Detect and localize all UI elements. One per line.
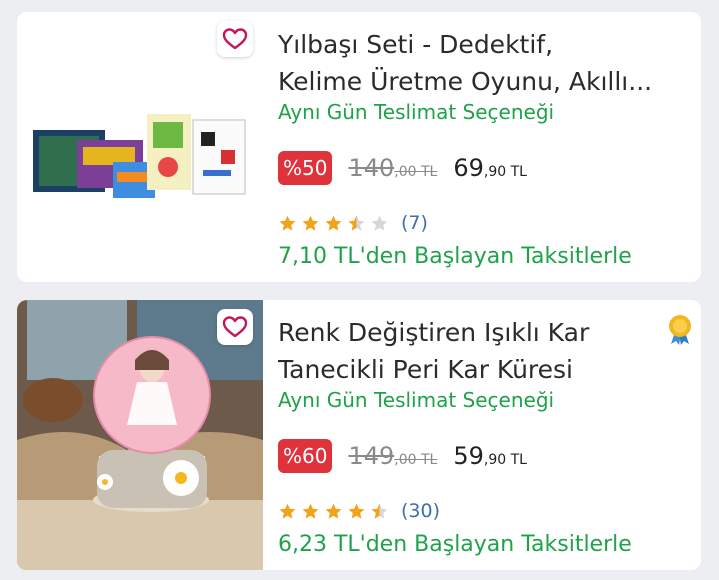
title-line-2: Kelime Üretme Oyunu, Akıllı...	[278, 67, 653, 96]
old-price-integer: 140	[348, 154, 395, 182]
current-price: 59,90 TL	[453, 442, 527, 470]
current-price-decimal: ,90 TL	[483, 164, 527, 180]
rating: (7)	[278, 212, 428, 234]
product-title[interactable]: Renk Değiştiren Işıklı Kar Tanecikli Per…	[278, 314, 658, 388]
discount-badge: %50	[278, 151, 333, 185]
heart-icon	[222, 316, 248, 338]
installment-info: 7,10 TL'den Başlayan Taksitlerle	[278, 244, 632, 269]
heart-icon	[222, 28, 248, 50]
product-card[interactable]: Yılbaşı Seti - Dedektif, Kelime Üretme O…	[17, 12, 701, 282]
review-count[interactable]: (7)	[401, 212, 428, 234]
price-row: %50 140,00 TL 69,90 TL	[278, 150, 527, 186]
title-line-2: Tanecikli Peri Kar Küresi	[278, 355, 573, 384]
rating: (30)	[278, 500, 440, 522]
delivery-option: Aynı Gün Teslimat Seçeneği	[278, 100, 555, 124]
title-line-1: Renk Değiştiren Işıklı Kar	[278, 318, 590, 347]
title-line-1: Yılbaşı Seti - Dedektif,	[278, 30, 554, 59]
delivery-option: Aynı Gün Teslimat Seçeneği	[278, 388, 555, 412]
half-star-icon	[371, 503, 388, 519]
star-icon	[279, 215, 296, 231]
old-price-integer: 149	[348, 442, 395, 470]
discount-badge: %60	[278, 439, 333, 473]
product-title[interactable]: Yılbaşı Seti - Dedektif, Kelime Üretme O…	[278, 26, 658, 100]
star-icon	[302, 503, 319, 519]
star-icon	[325, 215, 342, 231]
star-icon	[279, 503, 296, 519]
favorite-button[interactable]	[217, 21, 253, 57]
current-price-integer: 59	[453, 442, 484, 470]
star-icon	[325, 503, 342, 519]
old-price-decimal: ,00 TL	[394, 452, 438, 468]
half-star-icon	[348, 215, 365, 231]
current-price-decimal: ,90 TL	[483, 452, 527, 468]
price-row: %60 149,00 TL 59,90 TL	[278, 438, 527, 474]
old-price: 140,00 TL	[348, 154, 437, 182]
current-price-integer: 69	[453, 154, 484, 182]
old-price-decimal: ,00 TL	[394, 164, 438, 180]
favorite-button[interactable]	[217, 309, 253, 345]
review-count[interactable]: (30)	[401, 500, 440, 522]
old-price: 149,00 TL	[348, 442, 437, 470]
empty-star-icon	[371, 215, 388, 231]
star-icon	[348, 503, 365, 519]
award-ribbon-icon	[667, 314, 693, 350]
star-icon	[302, 215, 319, 231]
product-card[interactable]: Renk Değiştiren Işıklı Kar Tanecikli Per…	[17, 300, 701, 570]
installment-info: 6,23 TL'den Başlayan Taksitlerle	[278, 532, 632, 557]
current-price: 69,90 TL	[453, 154, 527, 182]
